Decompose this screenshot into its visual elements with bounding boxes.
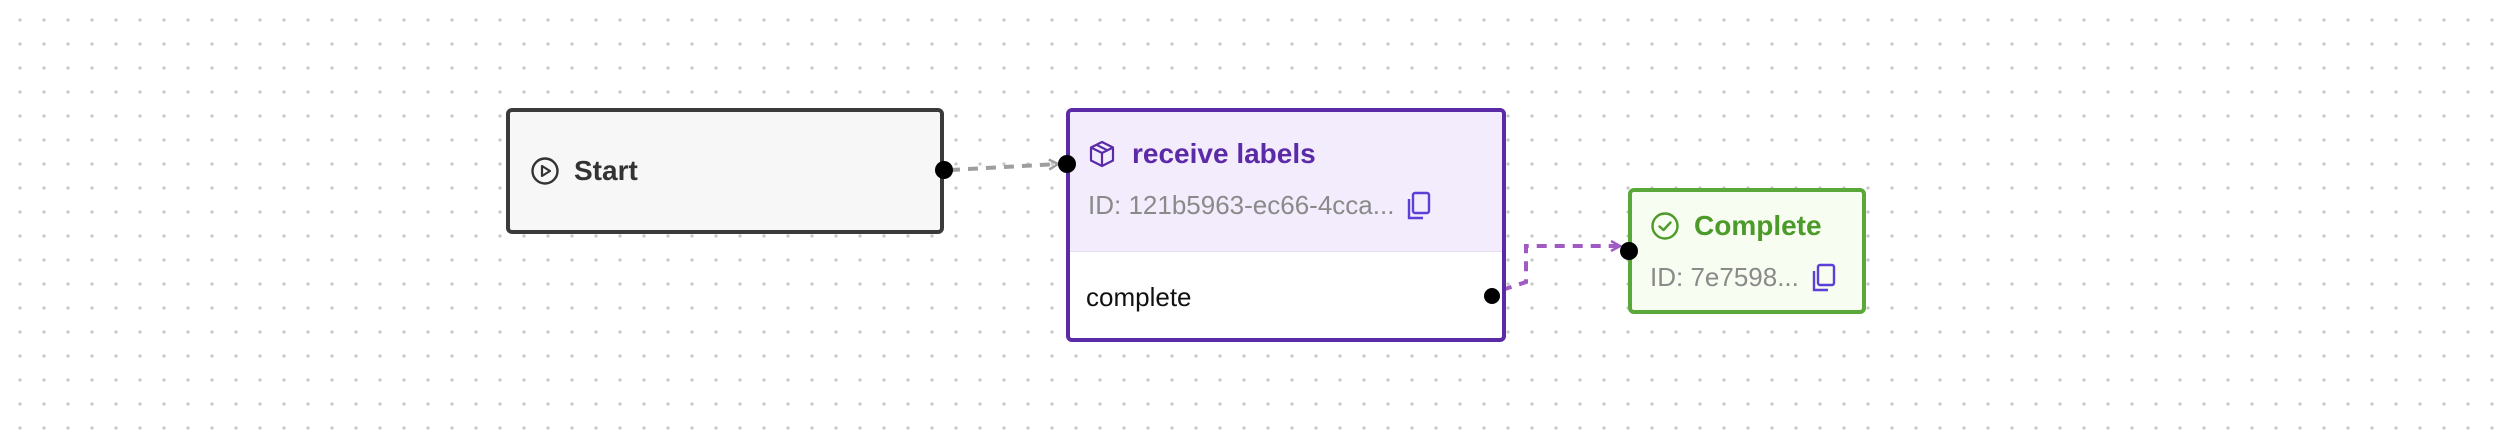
copy-icon[interactable] — [1404, 191, 1432, 221]
package-icon — [1088, 140, 1116, 168]
complete-id-row: ID: 7e7598... — [1650, 262, 1862, 293]
complete-title-row: Complete — [1650, 210, 1862, 242]
receive-labels-node-header: receive labels ID: 121b5963-ec66-4cca... — [1070, 112, 1502, 252]
copy-icon[interactable] — [1809, 263, 1837, 293]
complete-input-handle[interactable] — [1620, 242, 1638, 260]
receive-labels-id: ID: 121b5963-ec66-4cca... — [1088, 190, 1395, 220]
edge-start-to-receive-labels[interactable] — [949, 164, 1058, 172]
edge-complete-port-to-complete-node[interactable] — [1501, 246, 1620, 292]
play-circle-icon — [530, 156, 560, 186]
receive-labels-title-row: receive labels — [1088, 138, 1484, 170]
receive-labels-id-row: ID: 121b5963-ec66-4cca... — [1088, 190, 1484, 221]
workflow-canvas[interactable]: Start receive labels ID: 121b5963-ec66-4… — [0, 0, 2498, 448]
start-node-title: Start — [530, 155, 638, 187]
start-node[interactable]: Start — [506, 108, 944, 234]
start-node-label: Start — [574, 155, 638, 186]
receive-labels-output-port: complete — [1070, 252, 1502, 338]
start-output-handle[interactable] — [935, 161, 953, 179]
receive-labels-input-handle[interactable] — [1058, 155, 1076, 173]
complete-id: ID: 7e7598... — [1650, 262, 1799, 292]
complete-port-output-handle[interactable] — [1484, 288, 1500, 304]
receive-labels-title: receive labels — [1132, 138, 1316, 169]
output-port-label: complete — [1086, 281, 1192, 312]
complete-title: Complete — [1694, 210, 1822, 241]
complete-node[interactable]: Complete ID: 7e7598... — [1628, 188, 1866, 314]
receive-labels-node[interactable]: receive labels ID: 121b5963-ec66-4cca...… — [1066, 108, 1506, 342]
check-circle-icon — [1650, 211, 1680, 241]
